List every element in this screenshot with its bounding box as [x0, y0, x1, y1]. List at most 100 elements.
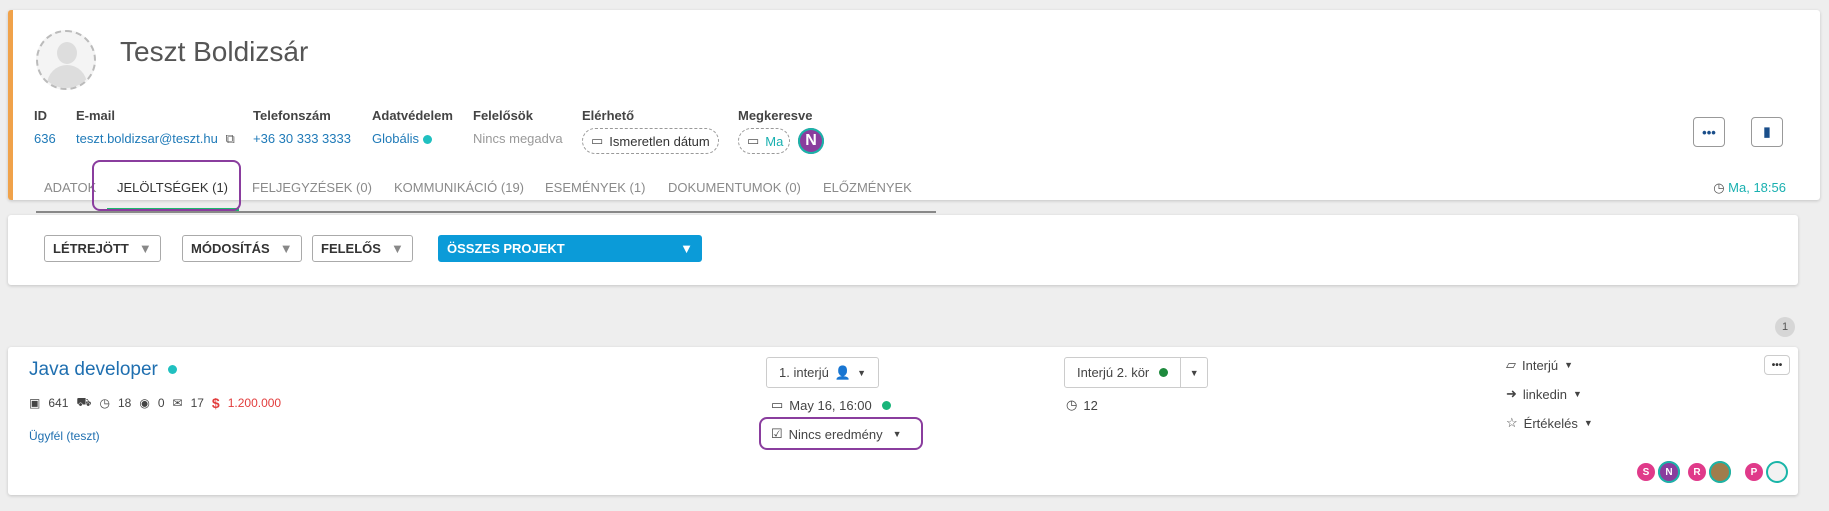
interview-date-text: May 16, 16:00 — [789, 397, 872, 413]
filter-modified-button[interactable]: MÓDOSÍTÁS ▼ — [182, 235, 302, 262]
timestamp-text: Ma, 18:56 — [1728, 180, 1786, 195]
available-date-text: Ismeretlen dátum — [609, 133, 710, 149]
funnel-icon: ▼ — [138, 241, 152, 256]
chevron-down-icon: ▼ — [1189, 367, 1199, 378]
clock-icon: ◷ — [1713, 180, 1725, 195]
chevron-down-icon: ▼ — [1583, 418, 1593, 428]
candidate-avatar[interactable] — [36, 30, 96, 90]
project-application-card: Java developer ▣ 641 ⛟ ◷ 18 ◉ 0 ✉ 17 $1.200.… — [8, 347, 1798, 495]
ellipsis-icon: ••• — [1771, 359, 1783, 371]
email-label: E-mail — [76, 108, 116, 123]
calendar-icon: ▭ — [747, 133, 760, 148]
phone-value[interactable]: +36 30 333 3333 — [253, 131, 351, 146]
stat-id: 641 — [48, 396, 69, 410]
id-value: 636 — [34, 131, 56, 146]
car-icon: ⛟ — [76, 395, 92, 409]
assignee-avatar[interactable]: S — [1637, 463, 1655, 481]
chevron-down-icon: ▼ — [1564, 360, 1574, 370]
stage-label: 1. interjú — [779, 365, 829, 380]
responsible-value[interactable]: Nincs megadva — [473, 131, 563, 146]
filter-created-button[interactable]: LÉTREJÖTT ▼ — [44, 235, 161, 262]
filter-project-button[interactable]: ÖSSZES PROJEKT ▼ — [438, 235, 702, 262]
stat-views: 0 — [157, 396, 165, 410]
project-title-link[interactable]: Java developer — [29, 359, 158, 380]
calendar-icon: ▭ — [771, 397, 784, 412]
assignee-avatar[interactable]: N — [1658, 461, 1680, 483]
tab-adatok[interactable]: ADATOK — [44, 180, 96, 195]
assignee-avatar[interactable]: R — [1688, 463, 1706, 481]
tab-kommunikacio[interactable]: KOMMUNIKÁCIÓ (19) — [394, 180, 524, 195]
funnel-icon: ▼ — [279, 241, 293, 256]
stat-count: 18 — [117, 396, 132, 410]
tab-feljegyzesek[interactable]: FELJEGYZÉSEK (0) — [252, 180, 372, 195]
interview-date[interactable]: ▭ May 16, 16:00 — [771, 397, 891, 413]
status-dot — [1159, 368, 1169, 377]
filter-created-label: LÉTREJÖTT — [53, 241, 129, 256]
project-stats: ▣ 641 ⛟ ◷ 18 ◉ 0 ✉ 17 $1.200.000 — [29, 395, 281, 411]
candidate-name: Teszt Boldizsár — [120, 36, 309, 67]
chevron-down-icon: ▼ — [857, 367, 866, 378]
dollar-icon: $ — [211, 395, 220, 411]
candidate-header-card: Teszt Boldizsár ID 636 E-mail teszt.bold… — [8, 10, 1820, 213]
contacted-date-text: Ma — [765, 133, 784, 149]
project-title[interactable]: Java developer — [29, 359, 177, 381]
tag-type-label: Interjú — [1522, 357, 1559, 373]
stat-messages: 17 — [190, 396, 204, 410]
funnel-icon: ▼ — [680, 241, 693, 256]
clock-icon: ◷ — [1066, 397, 1078, 412]
stat-salary: 1.200.000 — [227, 396, 282, 410]
calendar-icon: ▭ — [591, 133, 604, 148]
client-link[interactable]: Ügyfél (teszt) — [29, 429, 100, 443]
id-label: ID — [34, 108, 47, 123]
bookmark-icon: ▮ — [1763, 124, 1771, 139]
tag-type-dropdown[interactable]: ▱ Interjú ▼ — [1506, 357, 1573, 373]
available-label: Elérhető — [582, 108, 635, 123]
filter-bar: LÉTREJÖTT ▼ MÓDOSÍTÁS ▼ FELELŐS ▼ ÖSSZES… — [8, 215, 1798, 285]
contacted-by-avatar[interactable]: N — [798, 128, 824, 154]
contacted-date-picker[interactable]: ▭ Ma — [738, 128, 790, 154]
clock-icon: ◷ — [99, 396, 110, 410]
date-status-dot — [881, 400, 891, 410]
available-date-picker[interactable]: ▭ Ismeretlen dátum — [582, 128, 719, 154]
privacy-label: Adatvédelem — [372, 108, 453, 123]
tab-dokumentumok[interactable]: DOKUMENTUMOK (0) — [668, 180, 801, 195]
tag-source-dropdown[interactable]: ➜ linkedin ▼ — [1506, 386, 1582, 402]
filter-responsible-label: FELELŐS — [321, 241, 381, 256]
phone-label: Telefonszám — [253, 108, 331, 123]
tab-bar-divider — [36, 211, 936, 213]
privacy-status-dot — [422, 135, 432, 145]
ellipsis-icon: ••• — [1702, 124, 1716, 140]
user-icon: 👤 — [834, 364, 852, 380]
tag-rating-dropdown[interactable]: ☆ Értékelés ▼ — [1506, 415, 1593, 431]
status-counter: ◷ 12 — [1066, 397, 1098, 413]
tag-source-label: linkedin — [1522, 386, 1567, 402]
project-more-button[interactable]: ••• — [1764, 355, 1790, 375]
privacy-value[interactable]: Globális — [372, 131, 432, 146]
tab-esemenyek[interactable]: ESEMÉNYEK (1) — [545, 180, 645, 195]
stage-dropdown[interactable]: 1. interjú 👤 ▼ — [766, 357, 879, 388]
status-dropdown[interactable]: Interjú 2. kör ▼ — [1064, 357, 1209, 388]
last-updated: ◷ Ma, 18:56 — [1713, 180, 1786, 196]
status-dropdown-toggle[interactable]: ▼ — [1180, 358, 1207, 387]
email-link[interactable]: teszt.boldizsar@teszt.hu — [76, 131, 218, 146]
status-count: 12 — [1083, 397, 1098, 413]
copy-icon[interactable]: ⧉ — [225, 131, 234, 146]
tab-elozmenyek[interactable]: ELŐZMÉNYEK — [823, 180, 912, 195]
result-count-badge: 1 — [1775, 317, 1795, 337]
responsible-label: Felelősök — [473, 108, 533, 123]
assignee-avatar[interactable]: P — [1745, 463, 1763, 481]
chevron-down-icon: ▼ — [1573, 389, 1582, 399]
id-card-icon: ▣ — [29, 396, 41, 410]
more-options-button[interactable]: ••• — [1693, 117, 1725, 147]
assignee-photo-avatar[interactable] — [1766, 461, 1788, 483]
status-label: Interjú 2. kör — [1077, 365, 1150, 380]
project-status-dot — [167, 365, 177, 375]
email-value[interactable]: teszt.boldizsar@teszt.hu ⧉ — [76, 131, 235, 147]
bookmark-button[interactable]: ▮ — [1751, 117, 1783, 147]
envelope-icon: ✉ — [172, 396, 183, 410]
filter-responsible-button[interactable]: FELELŐS ▼ — [312, 235, 413, 262]
tag-rating-label: Értékelés — [1523, 415, 1578, 431]
assignee-photo-avatar[interactable] — [1709, 461, 1731, 483]
funnel-icon: ▼ — [390, 241, 404, 256]
tab-highlight-annotation — [92, 160, 241, 211]
